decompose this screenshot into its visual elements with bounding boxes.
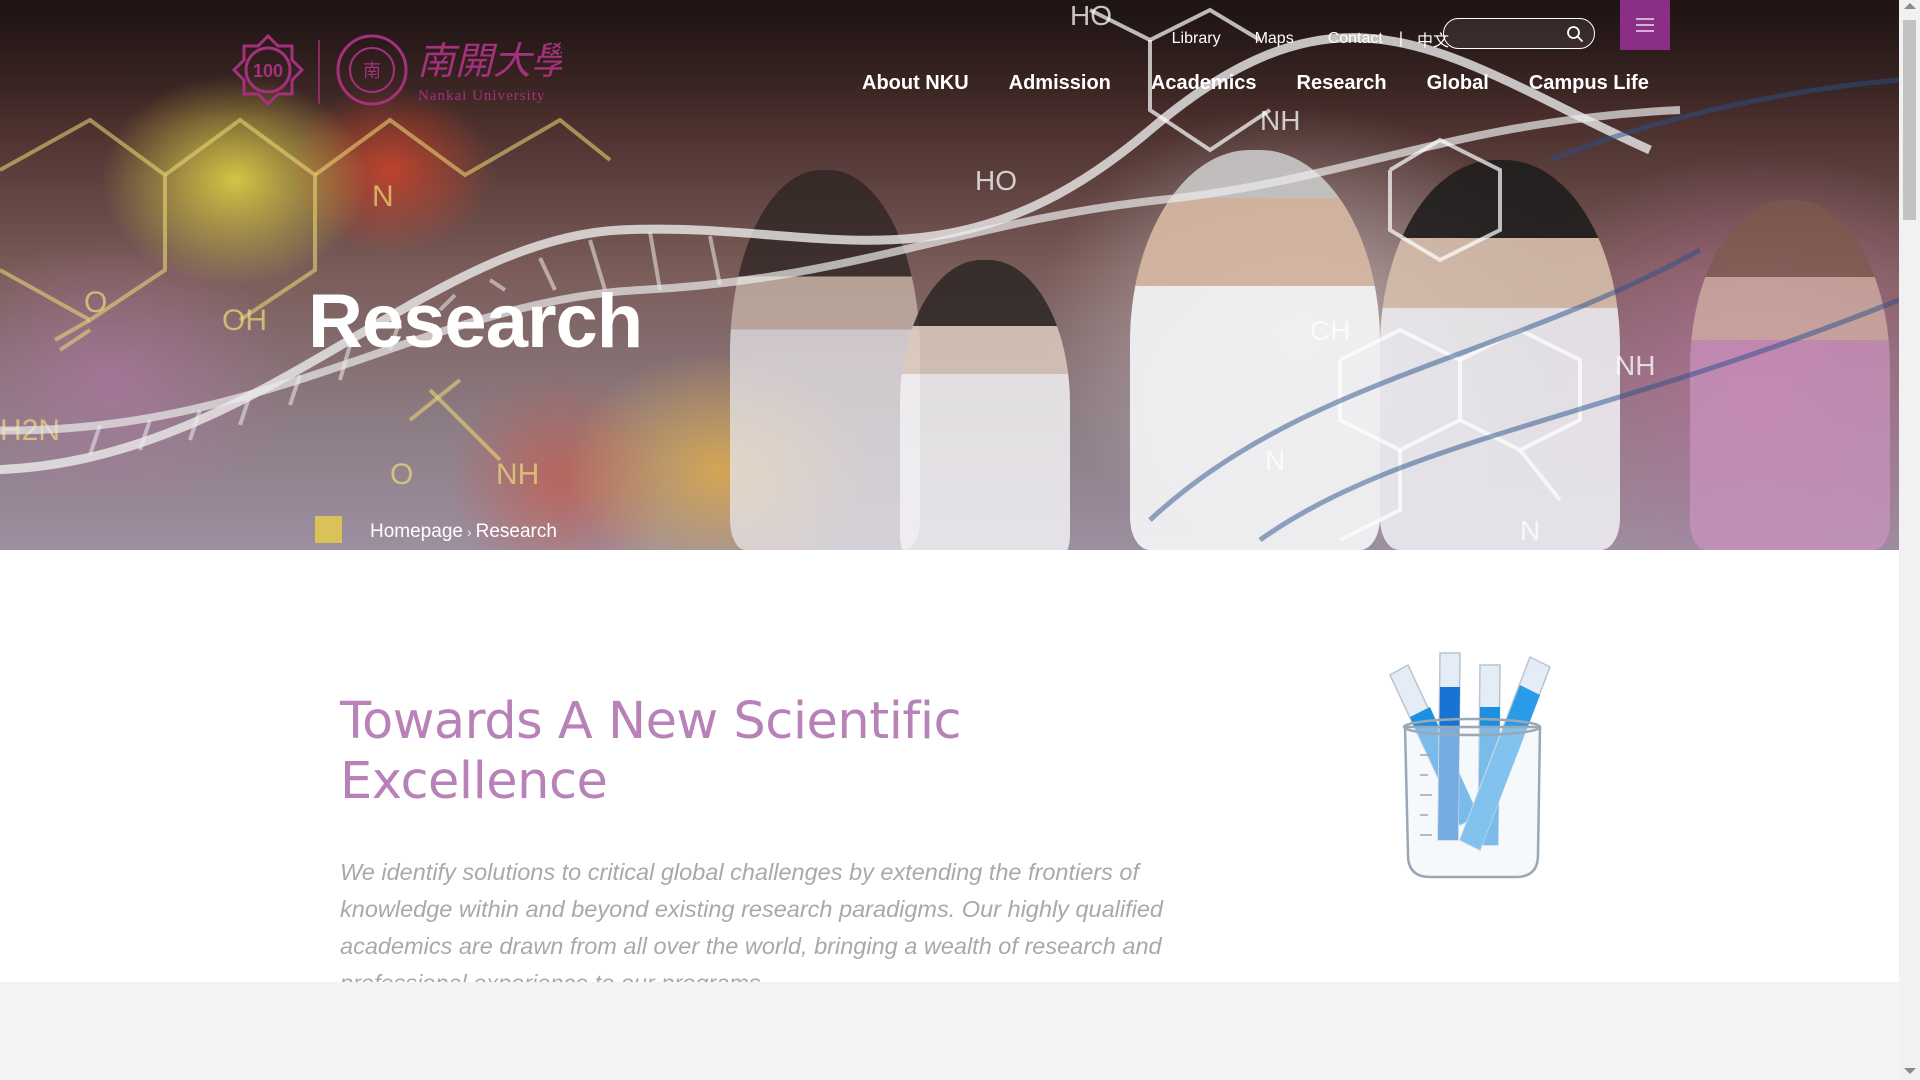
svg-text:HO: HO <box>975 165 1017 196</box>
svg-text:南開大學: 南開大學 <box>417 39 562 83</box>
svg-text:O: O <box>84 286 107 319</box>
link-contact[interactable]: Contact <box>1328 30 1383 48</box>
nav-about-nku[interactable]: About NKU <box>862 72 969 95</box>
svg-text:NH: NH <box>1260 105 1300 136</box>
link-separator: | <box>1398 30 1403 47</box>
nankai-logo[interactable]: 100 南 南開大學 Nankai University <box>232 34 562 110</box>
search-icon[interactable] <box>1566 25 1584 43</box>
page: O OH N H2N O NH HO NH HO CH NH N N 100 南… <box>0 0 1899 1080</box>
svg-text:Nankai University: Nankai University <box>418 88 545 104</box>
svg-text:NH: NH <box>496 458 539 491</box>
section-title: Towards A New Scientific Excellence <box>340 692 962 811</box>
hamburger-icon <box>1636 18 1654 32</box>
svg-text:O: O <box>390 458 413 491</box>
svg-text:NH: NH <box>1615 350 1655 381</box>
svg-text:N: N <box>1520 515 1540 546</box>
scroll-up-arrow-icon[interactable] <box>1904 3 1916 9</box>
nav-campus-life[interactable]: Campus Life <box>1529 72 1649 95</box>
scrollbar-thumb[interactable] <box>1903 20 1916 220</box>
link-library[interactable]: Library <box>1172 30 1221 48</box>
svg-text:OH: OH <box>222 304 267 337</box>
search-input[interactable] <box>1456 24 1566 44</box>
centennial-badge-icon: 100 <box>232 34 305 107</box>
svg-text:南: 南 <box>363 61 381 82</box>
breadcrumb-marker <box>315 516 342 543</box>
breadcrumb-current: Research <box>475 520 557 542</box>
svg-text:CH: CH <box>1310 315 1350 346</box>
breadcrumb-chevron-icon: › <box>466 523 472 540</box>
hero-banner: O OH N H2N O NH HO NH HO CH NH N N 100 南… <box>0 0 1899 550</box>
breadcrumb: Homepage › Research <box>315 516 557 543</box>
nav-academics[interactable]: Academics <box>1151 72 1257 95</box>
nav-global[interactable]: Global <box>1427 72 1489 95</box>
page-title: Research <box>308 279 643 364</box>
svg-text:N: N <box>1265 445 1285 476</box>
menu-button[interactable] <box>1620 0 1670 50</box>
footer-band <box>0 982 1899 1080</box>
scroll-down-arrow-icon[interactable] <box>1904 1068 1916 1074</box>
search-box <box>1443 18 1595 49</box>
nav-admission[interactable]: Admission <box>1009 72 1111 95</box>
nav-research[interactable]: Research <box>1297 72 1387 95</box>
svg-text:100: 100 <box>253 61 283 81</box>
university-seal-icon: 南 <box>336 34 408 106</box>
breadcrumb-home[interactable]: Homepage <box>370 521 463 543</box>
section-description: We identify solutions to critical global… <box>340 859 1163 996</box>
test-tubes-beaker-image <box>1389 652 1551 879</box>
main-nav: About NKU Admission Academics Research G… <box>862 72 1649 95</box>
svg-text:N: N <box>372 180 394 213</box>
svg-text:HO: HO <box>1070 0 1112 31</box>
intro-section: Towards A New Scientific Excellence We i… <box>0 550 1899 996</box>
link-maps[interactable]: Maps <box>1255 30 1294 48</box>
utility-links: Library Maps Contact | 中文 <box>1138 26 1449 52</box>
